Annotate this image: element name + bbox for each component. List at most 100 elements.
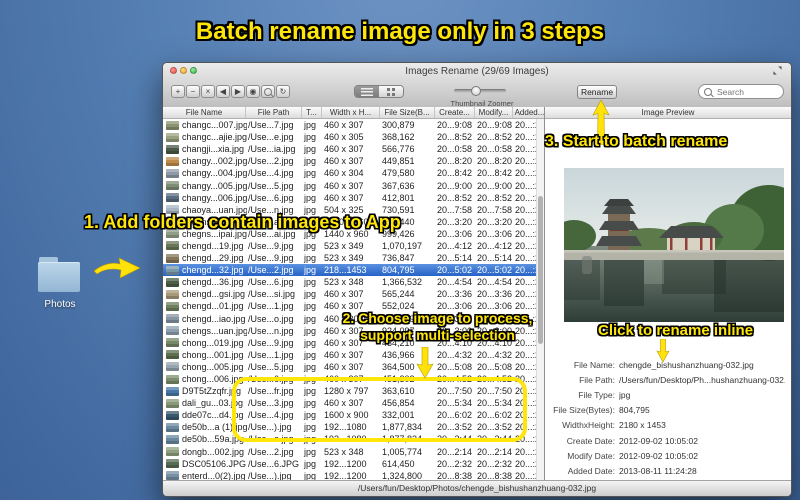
multi-selection-highlight-box xyxy=(232,377,527,442)
grid-view-button[interactable] xyxy=(379,86,403,97)
column-header[interactable]: Width x H... xyxy=(322,107,380,118)
table-row[interactable]: chong...001.jpg/Use...1.jpg jpg 460 x 307 4… xyxy=(163,348,544,361)
delete-icon: × xyxy=(205,87,211,96)
forward-button[interactable]: ▶ xyxy=(231,85,245,98)
photos-folder[interactable]: Photos xyxy=(38,255,82,310)
table-row[interactable]: changy...005.jpg/Use...5.jpg jpg 460 x 307… xyxy=(163,179,544,192)
info-row[interactable]: Added Date: 2013-08-11 11:24:28 xyxy=(545,463,785,478)
cell-name: changc...ajie.jpg xyxy=(182,132,247,143)
column-header[interactable]: File Path xyxy=(246,107,302,118)
delete-button[interactable]: × xyxy=(201,85,215,98)
table-row[interactable]: changy...006.jpg/Use...6.jpg jpg 460 x 307… xyxy=(163,191,544,204)
row-thumbnail xyxy=(166,120,179,130)
cell-created: 20...9:08 xyxy=(437,120,473,131)
cell-path: /Use...4.jpg xyxy=(248,168,294,179)
forward-icon: ▶ xyxy=(234,87,242,96)
table-row[interactable]: enterd...0(2).jpg/Use...).jpg jpg 192...12… xyxy=(163,469,544,480)
quicklook-button[interactable]: ◉ xyxy=(246,85,260,98)
cell-path: /Use...o.jpg xyxy=(248,313,294,324)
slider-knob[interactable] xyxy=(471,86,481,96)
table-row[interactable]: changy...002.jpg/Use...2.jpg jpg 460 x 307… xyxy=(163,155,544,168)
row-thumbnail xyxy=(166,168,179,178)
cell-path: /Use...2.jpg xyxy=(248,265,294,276)
info-label: File Type: xyxy=(578,389,615,400)
cell-size: 736,847 xyxy=(382,253,415,264)
table-row[interactable]: chengd...29.jpg/Use...9.jpg jpg 523 x 349 7… xyxy=(163,252,544,265)
cell-type: jpg xyxy=(304,132,317,143)
cell-modified: 20...0:58 xyxy=(477,144,513,155)
add-button[interactable]: + xyxy=(171,85,185,98)
cell-path: /Use...5.jpg xyxy=(248,180,294,191)
cell-modified: 20...5:02 xyxy=(477,265,513,276)
vertical-scrollbar[interactable] xyxy=(536,119,544,480)
cell-type: jpg xyxy=(304,240,317,251)
table-row[interactable]: dongb...002.jpg/Use...2.jpg jpg 523 x 348 1… xyxy=(163,445,544,458)
cell-name: chengd...01.jpg xyxy=(182,301,244,312)
back-button[interactable]: ◀ xyxy=(216,85,230,98)
column-header[interactable]: Added... xyxy=(513,107,544,118)
info-row[interactable]: File Path: /Users/fun/Desktop/Ph...hushan… xyxy=(545,372,785,387)
info-row[interactable]: WidthxHeight: 2180 x 1453 xyxy=(545,418,785,433)
cell-path: /Use...6.jpg xyxy=(248,277,294,288)
cell-path: /Use...6.jpg xyxy=(248,192,294,203)
table-row[interactable]: changc...ajie.jpg/Use...e.jpg jpg 460 x 30… xyxy=(163,131,544,144)
cell-type: jpg xyxy=(304,301,317,312)
cell-modified: 20...3:06 xyxy=(477,228,513,239)
refresh-icon: ↻ xyxy=(279,87,287,96)
cell-modified: 20...2:14 xyxy=(477,446,513,457)
cell-size: 565,244 xyxy=(382,289,415,300)
cell-created: 20...8:20 xyxy=(437,156,473,167)
table-row[interactable]: chengd...36.jpg/Use...6.jpg jpg 523 x 348 1… xyxy=(163,276,544,289)
table-row[interactable]: chengd...gsi.jpg/Use...si.jpg jpg 460 x 30… xyxy=(163,288,544,301)
tutorial-title: Batch rename image only in 3 steps xyxy=(195,18,605,45)
column-header[interactable]: Create... xyxy=(435,107,475,118)
row-thumbnail xyxy=(166,314,179,324)
step2-arrow-icon xyxy=(416,347,434,379)
refresh-button[interactable]: ↻ xyxy=(276,85,290,98)
info-row[interactable]: File Size(Bytes): 804,795 xyxy=(545,403,785,418)
table-row[interactable]: changji...xia.jpg/Use...ia.jpg jpg 460 x 3… xyxy=(163,143,544,156)
cell-name: changji...xia.jpg xyxy=(182,144,245,155)
table-row[interactable]: changc...007.jpg/Use...7.jpg jpg 460 x 307… xyxy=(163,119,544,132)
cell-created: 20...2:14 xyxy=(437,446,473,457)
info-row[interactable]: File Type: jpg xyxy=(545,387,785,402)
info-value: /Users/fun/Desktop/Ph...hushanzhuang-032… xyxy=(619,374,785,385)
magnifier-button[interactable] xyxy=(261,85,275,98)
row-thumbnail xyxy=(166,398,179,408)
cell-created: 20...2:32 xyxy=(437,458,473,469)
window-chrome: Images Rename (29/69 Images) + − × ◀ ▶ ◉ ↻ Thu… xyxy=(163,63,791,108)
thumbnail-zoomer-slider[interactable] xyxy=(454,86,506,96)
row-thumbnail xyxy=(166,277,179,287)
info-row[interactable]: Modify Date: 2012-09-02 10:05:02 xyxy=(545,448,785,463)
search-field[interactable] xyxy=(698,84,784,99)
row-thumbnail xyxy=(166,374,179,384)
table-row[interactable]: chengd...32.jpg/Use...2.jpg jpg 218...1453… xyxy=(163,264,544,277)
info-label: Modify Date: xyxy=(567,450,615,461)
column-header[interactable]: Modify... xyxy=(475,107,513,118)
column-header[interactable]: File Size(B... xyxy=(380,107,435,118)
step3-text: 3. Start to batch rename xyxy=(545,133,728,150)
table-row[interactable]: DSC05106.JPG/Use...6.JPG jpg 192...1200 614… xyxy=(163,457,544,470)
cell-type: jpg xyxy=(304,349,317,360)
quicklook-icon: ◉ xyxy=(249,87,257,96)
cell-path: /Use...2.jpg xyxy=(248,156,294,167)
column-header[interactable]: T... xyxy=(302,107,322,118)
cell-path: /Use...ia.jpg xyxy=(248,144,296,155)
cell-name: chengd...32.jpg xyxy=(182,265,244,276)
column-header[interactable]: File Name xyxy=(163,107,246,118)
step1-text: 1. Add folders contain images to App xyxy=(84,212,401,232)
search-input[interactable] xyxy=(715,85,779,98)
rename-button[interactable]: Rename xyxy=(577,85,617,99)
remove-button[interactable]: − xyxy=(186,85,200,98)
table-row[interactable]: chong...005.jpg/Use...5.jpg jpg 460 x 307 3… xyxy=(163,360,544,373)
info-row[interactable]: Create Date: 2012-09-02 10:05:02 xyxy=(545,433,785,448)
cell-modified: 20...8:20 xyxy=(477,156,513,167)
fullscreen-icon[interactable] xyxy=(773,66,782,75)
table-row[interactable]: changy...004.jpg/Use...4.jpg jpg 460 x 304… xyxy=(163,167,544,180)
cell-dims: 523 x 348 xyxy=(324,446,364,457)
table-row[interactable]: chengd...19.jpg/Use...9.jpg jpg 523 x 349 1… xyxy=(163,239,544,253)
row-thumbnail xyxy=(166,193,179,203)
list-view-button[interactable] xyxy=(355,86,379,97)
row-thumbnail xyxy=(166,386,179,396)
cell-type: jpg xyxy=(304,289,317,300)
